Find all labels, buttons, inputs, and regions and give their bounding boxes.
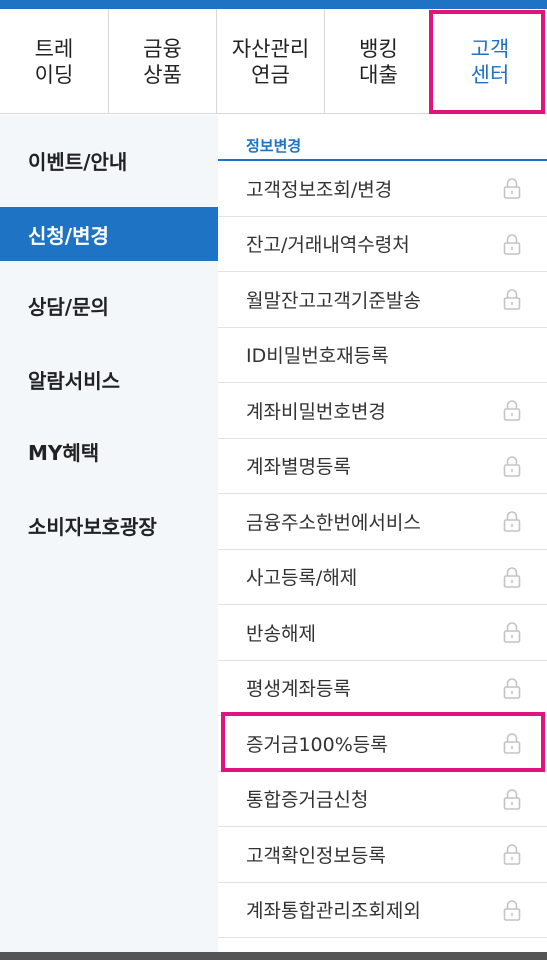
tab-label-line1: 뱅킹 — [359, 36, 398, 61]
sidebar-item-label: 소비자보호광장 — [28, 514, 157, 539]
tab-asset-management[interactable]: 자산관리 연금 — [217, 9, 325, 114]
tab-label-line2: 센터 — [470, 62, 510, 87]
list-item[interactable]: 잔고/거래내역수령처 — [218, 217, 547, 272]
tab-label-line1: 자산관리 — [231, 36, 310, 61]
list-item-label: 증거금100%등록 — [246, 733, 388, 756]
sidebar-item-alarm-service[interactable]: 알람서비스 — [0, 352, 218, 406]
list-item-label: 금융주소한번에서비스 — [246, 511, 421, 534]
tab-label-line1: 트레 — [34, 36, 74, 61]
list-item-label: ID비밀번호재등록 — [246, 345, 389, 368]
list-item-label: 잔고/거래내역수령처 — [246, 234, 410, 257]
sidebar-item-events[interactable]: 이벤트/안내 — [0, 133, 218, 187]
list-item-label: 통합증거금신청 — [246, 789, 369, 812]
lock-icon — [503, 400, 521, 422]
lock-icon — [503, 677, 521, 699]
list-item-label: 계좌통합관리조회제외 — [246, 900, 421, 923]
lock-icon — [503, 899, 521, 921]
list-item-label: 월말잔고고객기준발송 — [246, 289, 421, 312]
sidebar-item-apply-change[interactable]: 신청/변경 — [0, 207, 218, 261]
section-title: 정보변경 — [246, 137, 302, 155]
list-item[interactable]: 고객확인정보등록 — [218, 827, 547, 883]
bottom-bar — [0, 952, 547, 960]
sidebar-item-label: 이벤트/안내 — [28, 149, 128, 174]
sidebar-item-label: 상담/문의 — [28, 294, 109, 319]
lock-icon — [503, 289, 521, 311]
list-item-label: 계좌비밀번호변경 — [246, 400, 386, 423]
list-item-label: 평생계좌등록 — [246, 678, 351, 701]
sidebar-item-consulting[interactable]: 상담/문의 — [0, 278, 218, 332]
list-item-label: 반송해제 — [246, 622, 316, 645]
list-item-label: 고객정보조회/변경 — [246, 178, 393, 201]
sidebar-item-my-benefits[interactable]: MY혜택 — [0, 424, 218, 478]
list-item-label: 사고등록/해제 — [246, 567, 358, 590]
lock-icon — [503, 233, 521, 255]
lock-icon — [503, 622, 521, 644]
tab-banking-loan[interactable]: 뱅킹 대출 — [325, 9, 433, 114]
tab-trading[interactable]: 트레 이딩 — [0, 9, 109, 114]
sidebar-item-label: 알람서비스 — [28, 368, 120, 393]
tab-label-line2: 이딩 — [34, 62, 74, 87]
tab-label-line1: 금융 — [143, 36, 182, 61]
lock-icon — [503, 844, 521, 866]
list-item-label: 계좌별명등록 — [246, 456, 351, 479]
list-item[interactable]: 사고등록/해제 — [218, 550, 547, 605]
list-item[interactable]: 증거금100%등록 — [218, 716, 547, 772]
list-item[interactable]: 반송해제 — [218, 605, 547, 661]
list-item[interactable]: 통합증거금신청 — [218, 772, 547, 827]
list-item[interactable]: 고객정보조회/변경 — [218, 161, 547, 217]
sidebar-item-label: 신청/변경 — [28, 223, 109, 248]
tab-label-line2: 연금 — [251, 62, 290, 87]
list-item[interactable]: 계좌별명등록 — [218, 439, 547, 494]
content-panel: 정보변경 고객정보조회/변경 잔고/거래내역수령처 월말잔고고객기준발송 ID비… — [218, 115, 547, 960]
tab-label-line1: 고객 — [470, 36, 510, 61]
tab-label-line2: 대출 — [359, 62, 398, 87]
list-item[interactable]: 계좌비밀번호변경 — [218, 383, 547, 439]
list-item-label: 고객확인정보등록 — [246, 844, 386, 867]
lock-icon — [503, 788, 521, 810]
tab-label-line2: 상품 — [143, 62, 182, 87]
list-item[interactable]: 계좌통합관리조회제외 — [218, 883, 547, 938]
sidebar-item-consumer-protection[interactable]: 소비자보호광장 — [0, 498, 218, 552]
list-item[interactable]: 평생계좌등록 — [218, 661, 547, 716]
list-item[interactable]: ID비밀번호재등록 — [218, 328, 547, 383]
lock-icon — [503, 178, 521, 200]
sidebar: 이벤트/안내 신청/변경 상담/문의 알람서비스 MY혜택 소비자보호광장 — [0, 115, 218, 960]
list-item[interactable]: 월말잔고고객기준발송 — [218, 272, 547, 328]
sidebar-item-label: MY혜택 — [28, 440, 100, 465]
menu-list: 고객정보조회/변경 잔고/거래내역수령처 월말잔고고객기준발송 ID비밀번호재등… — [218, 161, 547, 938]
lock-icon — [503, 455, 521, 477]
list-item[interactable]: 금융주소한번에서비스 — [218, 494, 547, 550]
tab-customer-center[interactable]: 고객 센터 — [433, 9, 547, 114]
tab-financial-products[interactable]: 금융 상품 — [109, 9, 217, 114]
lock-icon — [503, 733, 521, 755]
main-nav-tabs: 트레 이딩 금융 상품 자산관리 연금 뱅킹 대출 고객 센터 — [0, 9, 547, 114]
lock-icon — [503, 511, 521, 533]
top-accent-bar — [0, 0, 547, 9]
lock-icon — [503, 566, 521, 588]
